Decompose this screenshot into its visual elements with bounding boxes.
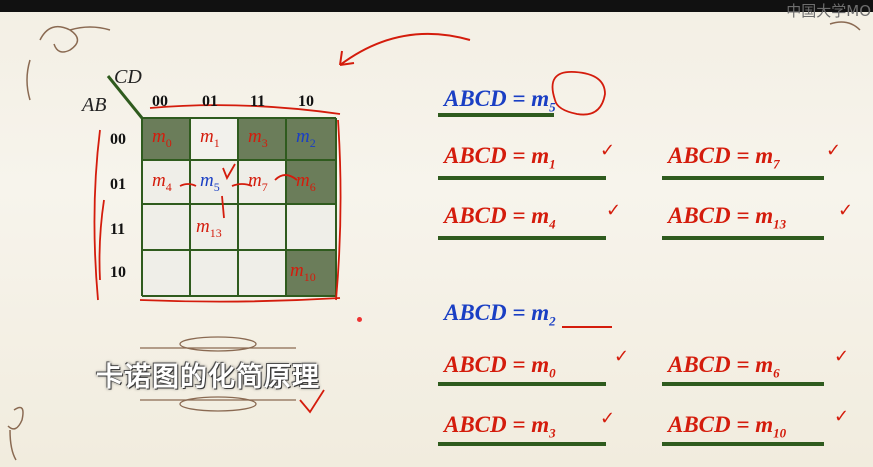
equation-underline <box>438 176 606 180</box>
row-label-11: 11 <box>110 221 126 238</box>
equation-m4: ABCD = m4 <box>444 203 556 232</box>
col-label-10: 10 <box>298 93 314 110</box>
check-icon: ✓ <box>614 346 630 367</box>
col-label-00: 00 <box>152 93 168 110</box>
lecture-slide: 中国大学MO CD AB 00 01 11 10 00 01 11 10 m0 … <box>0 0 873 467</box>
annotation-arrow-icon <box>339 32 471 66</box>
equation-m2: ABCD = m2 <box>444 300 556 329</box>
check-icon: ✓ <box>834 346 850 367</box>
equation-underline <box>438 442 606 446</box>
check-icon: ✓ <box>826 140 842 161</box>
equation-m13: ABCD = m13 <box>668 203 787 232</box>
equation-underline <box>662 236 824 240</box>
equation-underline <box>438 236 606 240</box>
equation-underline <box>662 382 824 386</box>
cell-m5: m5 <box>200 170 220 194</box>
check-icon: ✓ <box>838 200 854 221</box>
cell-m2: m2 <box>296 126 316 150</box>
check-icon: ✓ <box>600 140 616 161</box>
equation-underline <box>662 442 824 446</box>
cell-m3: m3 <box>248 126 268 150</box>
check-icon: ✓ <box>834 406 850 427</box>
row-variable-label: AB <box>82 94 107 116</box>
row-label-10: 10 <box>110 264 126 281</box>
equation-underline <box>662 176 824 180</box>
row-label-01: 01 <box>110 176 126 193</box>
cell-m7: m7 <box>248 170 268 194</box>
check-icon: ✓ <box>600 408 616 429</box>
hand-underline <box>562 326 612 328</box>
check-icon: ✓ <box>606 200 622 221</box>
cell-m10: m10 <box>290 260 316 284</box>
equation-underline <box>438 382 606 386</box>
row-label-00: 00 <box>110 131 126 148</box>
col-label-11: 11 <box>250 93 266 110</box>
equation-underline <box>438 113 554 117</box>
col-variable-label: CD <box>114 66 142 88</box>
cell-m1: m1 <box>200 126 220 150</box>
cell-m4: m4 <box>152 170 172 194</box>
col-label-01: 01 <box>202 93 218 110</box>
cell-m0: m0 <box>152 126 172 150</box>
equation-m7: ABCD = m7 <box>668 143 780 172</box>
pointer-dot <box>357 317 362 322</box>
cell-m6: m6 <box>296 170 316 194</box>
cell-m13: m13 <box>196 216 222 240</box>
equation-m1: ABCD = m1 <box>444 143 556 172</box>
slide-title: 卡诺图的化简原理 <box>96 362 320 393</box>
